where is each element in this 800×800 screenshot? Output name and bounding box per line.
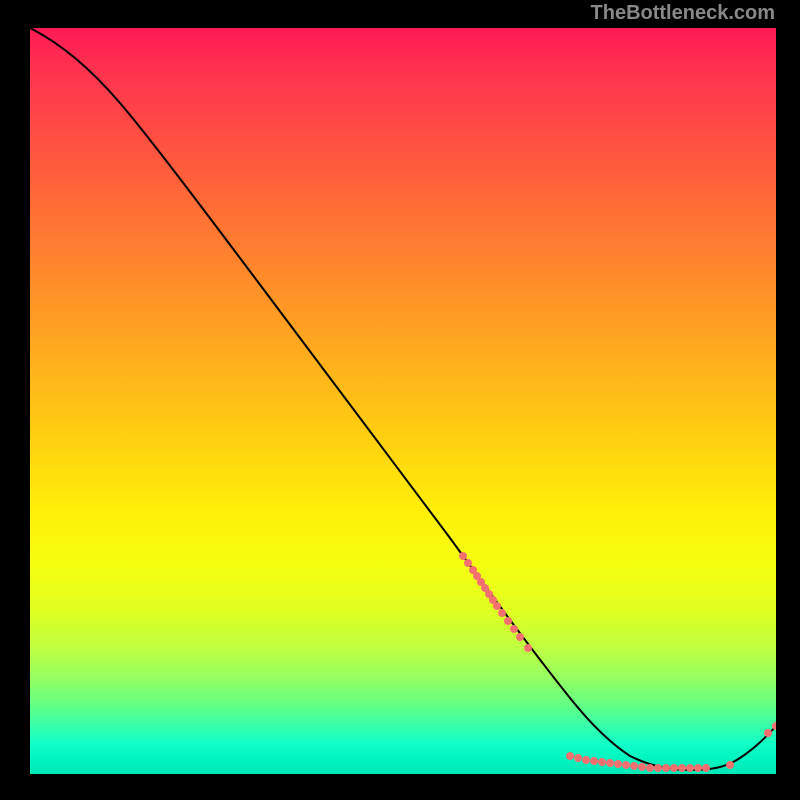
chart-svg bbox=[30, 28, 776, 774]
chart-container: TheBottleneck.com bbox=[0, 0, 800, 800]
bottleneck-curve-line bbox=[30, 28, 776, 770]
watermark-text: TheBottleneck.com bbox=[591, 2, 775, 25]
